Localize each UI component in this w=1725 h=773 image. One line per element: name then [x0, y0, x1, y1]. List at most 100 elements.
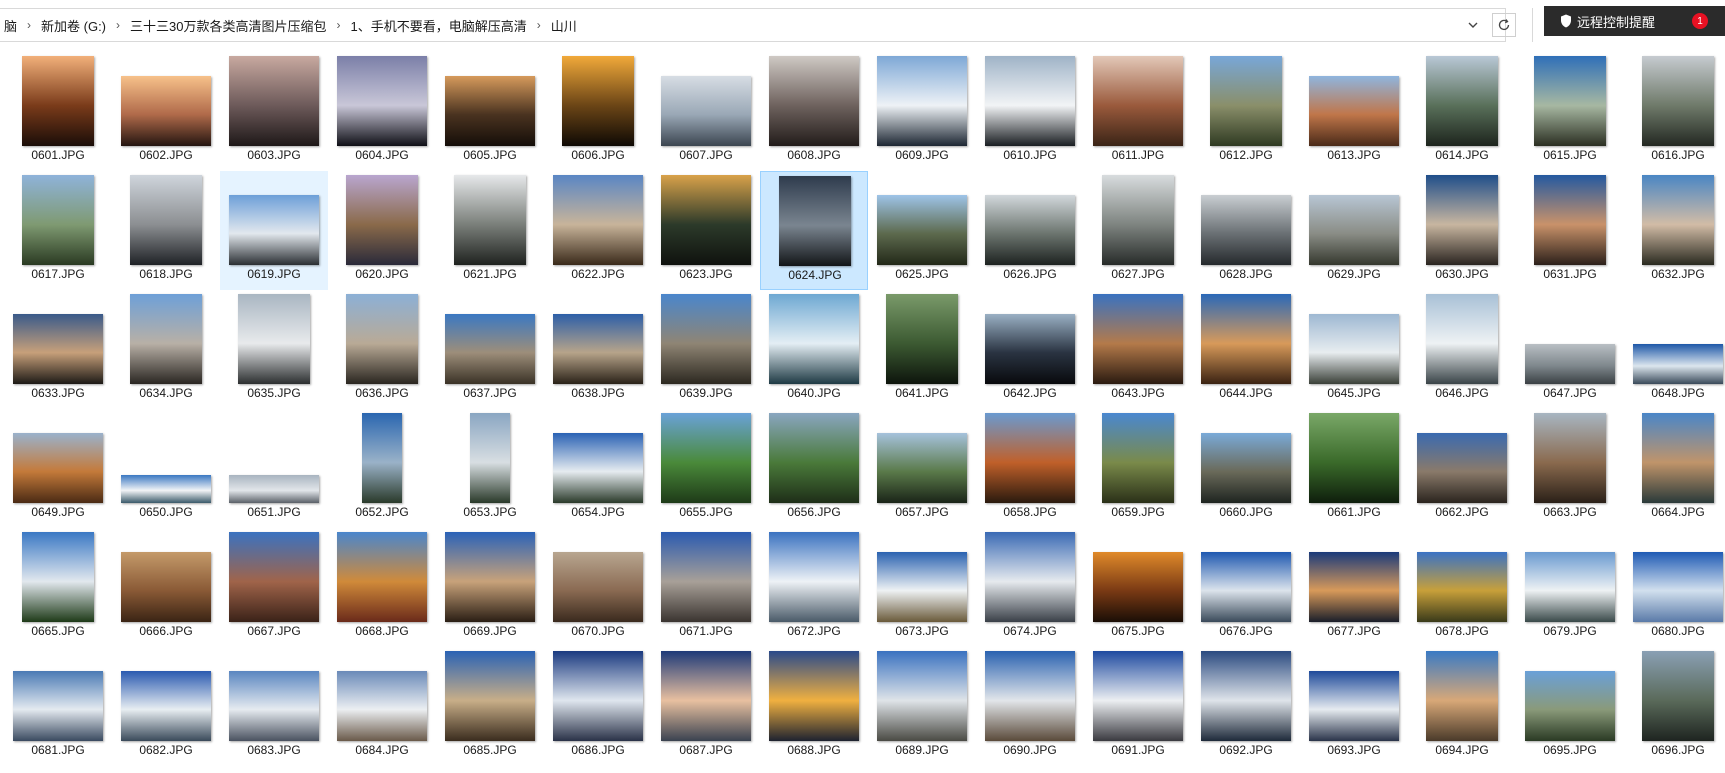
file-item[interactable]: 0657.JPG [868, 409, 976, 528]
file-item[interactable]: 0653.JPG [436, 409, 544, 528]
search-box-edge[interactable] [1532, 8, 1537, 42]
breadcrumb-item[interactable]: 山川 [547, 16, 581, 35]
file-item[interactable]: 0659.JPG [1084, 409, 1192, 528]
file-item[interactable]: 0686.JPG [544, 647, 652, 766]
file-item[interactable]: 0672.JPG [760, 528, 868, 647]
file-item[interactable]: 0688.JPG [760, 647, 868, 766]
image-thumbnail[interactable] [445, 76, 535, 146]
image-thumbnail[interactable] [362, 413, 402, 503]
image-thumbnail[interactable] [886, 294, 958, 384]
file-item[interactable]: 0607.JPG [652, 52, 760, 171]
file-item[interactable]: 0662.JPG [1408, 409, 1516, 528]
image-thumbnail[interactable] [661, 294, 751, 384]
image-thumbnail[interactable] [985, 532, 1075, 622]
file-item[interactable]: 0602.JPG [112, 52, 220, 171]
image-thumbnail[interactable] [1642, 175, 1714, 265]
file-item[interactable]: 0632.JPG [1624, 171, 1725, 290]
image-thumbnail[interactable] [121, 671, 211, 741]
image-thumbnail[interactable] [229, 475, 319, 503]
file-item[interactable]: 0692.JPG [1192, 647, 1300, 766]
file-item[interactable]: 0689.JPG [868, 647, 976, 766]
address-dropdown-button[interactable] [1460, 9, 1486, 41]
breadcrumb-separator-icon[interactable]: › [330, 18, 346, 32]
image-thumbnail[interactable] [445, 532, 535, 622]
breadcrumb-item[interactable]: 1、手机不要看，电脑解压高清 [346, 16, 530, 35]
image-thumbnail[interactable] [121, 475, 211, 503]
file-item[interactable]: 0694.JPG [1408, 647, 1516, 766]
image-thumbnail[interactable] [454, 175, 526, 265]
file-item[interactable]: 0611.JPG [1084, 52, 1192, 171]
image-thumbnail[interactable] [1534, 56, 1606, 146]
file-item[interactable]: 0669.JPG [436, 528, 544, 647]
image-thumbnail[interactable] [1093, 552, 1183, 622]
file-item[interactable]: 0690.JPG [976, 647, 1084, 766]
image-thumbnail[interactable] [553, 175, 643, 265]
file-item[interactable]: 0676.JPG [1192, 528, 1300, 647]
file-item[interactable]: 0612.JPG [1192, 52, 1300, 171]
file-item[interactable]: 0645.JPG [1300, 290, 1408, 409]
file-item[interactable]: 0622.JPG [544, 171, 652, 290]
image-thumbnail[interactable] [1642, 651, 1714, 741]
image-thumbnail[interactable] [1309, 314, 1399, 384]
image-thumbnail[interactable] [553, 552, 643, 622]
file-item[interactable]: 0642.JPG [976, 290, 1084, 409]
breadcrumb-item[interactable]: 脑 [0, 16, 21, 35]
file-item[interactable]: 0655.JPG [652, 409, 760, 528]
file-item[interactable]: 0641.JPG [868, 290, 976, 409]
image-thumbnail[interactable] [1093, 56, 1183, 146]
image-thumbnail[interactable] [877, 433, 967, 503]
file-item[interactable]: 0670.JPG [544, 528, 652, 647]
file-item[interactable]: 0621.JPG [436, 171, 544, 290]
image-thumbnail[interactable] [1210, 56, 1282, 146]
file-item[interactable]: 0608.JPG [760, 52, 868, 171]
image-thumbnail[interactable] [1426, 175, 1498, 265]
file-item[interactable]: 0687.JPG [652, 647, 760, 766]
image-thumbnail[interactable] [1426, 294, 1498, 384]
image-thumbnail[interactable] [985, 195, 1075, 265]
image-thumbnail[interactable] [445, 314, 535, 384]
image-thumbnail[interactable] [1633, 552, 1723, 622]
image-thumbnail[interactable] [1309, 413, 1399, 503]
file-item[interactable]: 0605.JPG [436, 52, 544, 171]
file-item[interactable]: 0636.JPG [328, 290, 436, 409]
file-item[interactable]: 0678.JPG [1408, 528, 1516, 647]
image-thumbnail[interactable] [562, 56, 634, 146]
image-thumbnail[interactable] [877, 56, 967, 146]
file-item[interactable]: 0635.JPG [220, 290, 328, 409]
image-thumbnail[interactable] [1525, 671, 1615, 741]
image-thumbnail[interactable] [1525, 344, 1615, 384]
image-thumbnail[interactable] [661, 76, 751, 146]
file-item[interactable]: 0650.JPG [112, 409, 220, 528]
refresh-button[interactable] [1492, 13, 1516, 37]
file-item[interactable]: 0656.JPG [760, 409, 868, 528]
breadcrumb-item[interactable]: 三十三30万款各类高清图片压缩包 [126, 16, 330, 35]
image-thumbnail[interactable] [1426, 651, 1498, 741]
image-thumbnail[interactable] [1309, 195, 1399, 265]
image-thumbnail[interactable] [769, 294, 859, 384]
image-thumbnail[interactable] [985, 651, 1075, 741]
image-thumbnail[interactable] [769, 651, 859, 741]
file-item[interactable]: 0658.JPG [976, 409, 1084, 528]
file-item[interactable]: 0681.JPG [4, 647, 112, 766]
image-thumbnail[interactable] [130, 294, 202, 384]
file-item[interactable]: 0610.JPG [976, 52, 1084, 171]
image-thumbnail[interactable] [1525, 552, 1615, 622]
image-thumbnail[interactable] [121, 76, 211, 146]
image-thumbnail[interactable] [1102, 413, 1174, 503]
file-item[interactable]: 0625.JPG [868, 171, 976, 290]
image-thumbnail[interactable] [229, 195, 319, 265]
image-thumbnail[interactable] [229, 56, 319, 146]
image-thumbnail[interactable] [121, 552, 211, 622]
image-thumbnail[interactable] [1309, 671, 1399, 741]
file-item[interactable]: 0673.JPG [868, 528, 976, 647]
image-thumbnail[interactable] [337, 56, 427, 146]
image-thumbnail[interactable] [130, 175, 202, 265]
image-thumbnail[interactable] [1534, 175, 1606, 265]
file-item[interactable]: 0614.JPG [1408, 52, 1516, 171]
file-item[interactable]: 0643.JPG [1084, 290, 1192, 409]
breadcrumb-separator-icon[interactable]: › [110, 18, 126, 32]
image-thumbnail[interactable] [769, 413, 859, 503]
file-item[interactable]: 0648.JPG [1624, 290, 1725, 409]
image-thumbnail[interactable] [1201, 433, 1291, 503]
file-item[interactable]: 0619.JPG [220, 171, 328, 290]
